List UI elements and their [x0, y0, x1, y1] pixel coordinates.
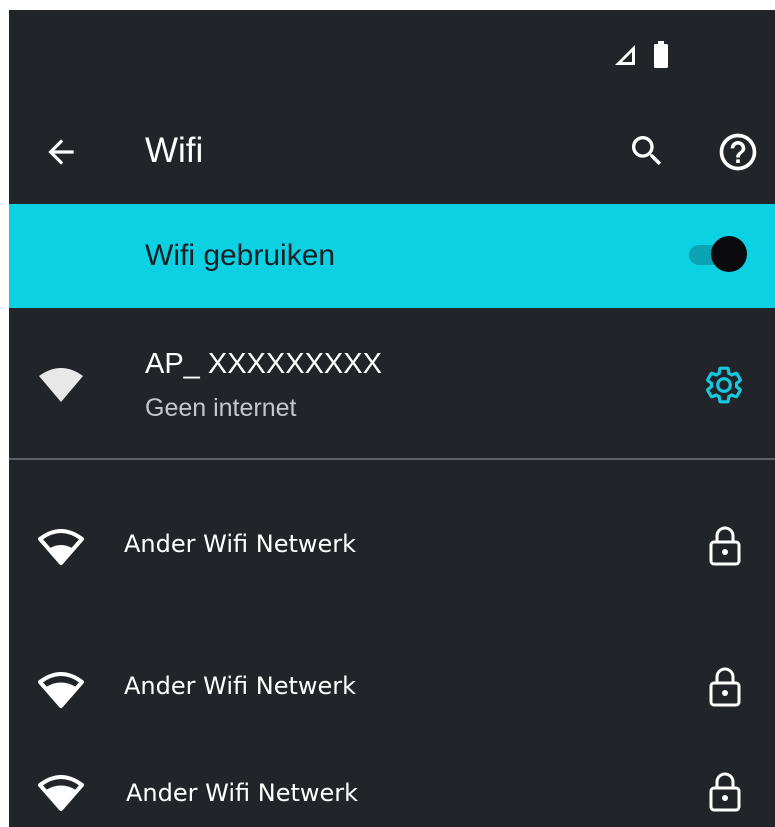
wifi-icon	[37, 670, 85, 714]
signal-icon	[613, 43, 637, 71]
gear-icon[interactable]	[703, 364, 745, 410]
wifi-outline-icon	[37, 527, 85, 571]
connected-status: Geen internet	[145, 394, 297, 422]
battery-icon	[653, 41, 669, 73]
list-item[interactable]: Ander Wifi Netwerk	[9, 746, 775, 827]
connected-network[interactable]: AP_ XXXXXXXXX Geen internet	[9, 308, 775, 458]
list-item[interactable]: Ander Wifi Netwerk	[9, 638, 775, 738]
status-bar	[9, 10, 775, 100]
wifi-toggle-label: Wifi gebruiken	[145, 239, 336, 272]
search-icon[interactable]	[627, 131, 667, 175]
wifi-settings-screen: Wifi Wifi gebruiken AP_ XXXXXXXXX Geen i…	[9, 10, 775, 827]
wifi-icon	[37, 773, 85, 817]
network-label: Ander Wifi Netwerk	[126, 779, 359, 807]
wifi-toggle-row[interactable]: Wifi gebruiken	[9, 204, 775, 308]
connected-ssid: AP_ XXXXXXXXX	[145, 348, 382, 380]
back-arrow-icon[interactable]	[42, 133, 80, 175]
network-label: Ander Wifi Netwerk	[124, 530, 357, 558]
wifi-toggle-switch[interactable]	[689, 234, 749, 276]
list-item[interactable]: Ander Wifi Netwerk	[9, 495, 775, 595]
lock-icon	[707, 770, 743, 818]
help-icon[interactable]	[716, 130, 760, 178]
wifi-full-icon	[37, 364, 85, 408]
page-title: Wifi	[145, 131, 204, 170]
lock-icon	[707, 524, 743, 572]
network-label: Ander Wifi Netwerk	[124, 672, 357, 700]
switch-thumb	[711, 236, 747, 272]
app-bar: Wifi	[9, 100, 775, 204]
divider	[9, 458, 775, 460]
lock-icon	[707, 665, 743, 713]
